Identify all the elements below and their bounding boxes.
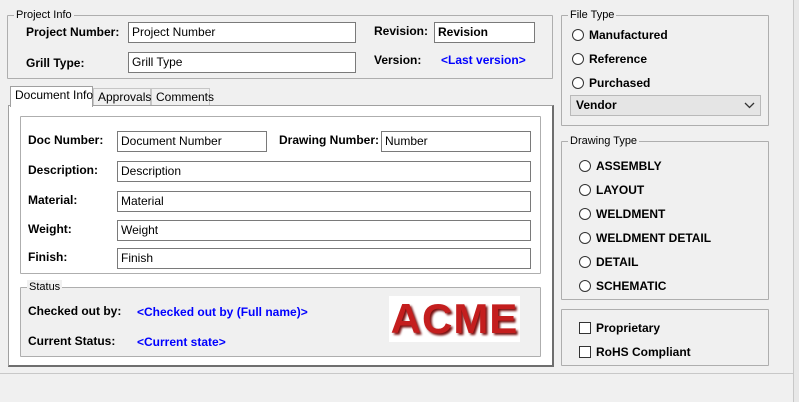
weight-input[interactable]: Weight (117, 220, 531, 241)
finish-input[interactable]: Finish (117, 248, 531, 269)
checked-out-label: Checked out by: (28, 304, 122, 318)
revision-input[interactable]: Revision (434, 22, 535, 43)
version-label: Version: (374, 53, 422, 67)
vendor-select[interactable]: Vendor (570, 95, 761, 116)
description-input[interactable]: Description (117, 161, 531, 182)
project-number-label: Project Number: (26, 25, 120, 39)
status-title: Status (27, 280, 63, 294)
grill-type-label: Grill Type: (26, 56, 85, 70)
drawing-number-input[interactable]: Number (381, 131, 531, 152)
grill-type-input[interactable]: Grill Type (128, 52, 356, 73)
radio-circle-icon[interactable] (579, 184, 591, 196)
checkbox-proprietary[interactable]: Proprietary (579, 321, 660, 335)
radio-schematic[interactable]: SCHEMATIC (579, 279, 666, 293)
radio-circle-icon[interactable] (579, 256, 591, 268)
revision-label: Revision: (374, 24, 429, 38)
radio-label: WELDMENT (596, 207, 666, 221)
acme-logo: ACME (389, 296, 520, 342)
radio-layout[interactable]: LAYOUT (579, 183, 644, 197)
checkbox-icon[interactable] (579, 322, 591, 334)
radio-label: Purchased (589, 76, 651, 90)
radio-detail[interactable]: DETAIL (579, 255, 638, 269)
checkbox-icon[interactable] (579, 346, 591, 358)
radio-circle-icon[interactable] (579, 208, 591, 220)
checkbox-rohs[interactable]: RoHS Compliant (579, 345, 691, 359)
radio-circle-icon[interactable] (579, 280, 591, 292)
doc-number-input[interactable]: Document Number (117, 131, 267, 152)
tab-document-info[interactable]: Document Info (10, 86, 93, 107)
radio-label: Reference (589, 52, 648, 66)
project-info-title: Project Info (14, 8, 74, 22)
checkbox-label: Proprietary (596, 321, 661, 335)
bottom-divider (0, 373, 799, 374)
radio-circle-icon[interactable] (572, 53, 584, 65)
radio-weldment[interactable]: WELDMENT (579, 207, 665, 221)
radio-label: SCHEMATIC (596, 279, 667, 293)
radio-circle-icon[interactable] (572, 77, 584, 89)
acme-logo-text: ACME (390, 295, 519, 342)
description-label: Description: (28, 163, 99, 177)
chevron-down-icon[interactable] (744, 96, 755, 122)
checkbox-label: RoHS Compliant (596, 345, 691, 359)
radio-circle-icon[interactable] (572, 29, 584, 41)
drawing-number-label: Drawing Number: (279, 133, 380, 147)
radio-label: ASSEMBLY (596, 159, 662, 173)
radio-assembly[interactable]: ASSEMBLY (579, 159, 662, 173)
file-type-title: File Type (568, 8, 617, 22)
tab-approvals[interactable]: Approvals (93, 88, 151, 106)
weight-label: Weight: (28, 222, 72, 236)
finish-label: Finish: (28, 250, 68, 264)
right-scroll-edge (793, 0, 799, 402)
doc-number-label: Doc Number: (28, 133, 104, 147)
radio-label: WELDMENT DETAIL (596, 231, 712, 245)
radio-label: LAYOUT (596, 183, 645, 197)
tab-comments[interactable]: Comments (151, 88, 214, 106)
radio-circle-icon[interactable] (579, 232, 591, 244)
material-input[interactable]: Material (117, 191, 531, 212)
current-status-label: Current Status: (28, 334, 116, 348)
checked-out-value: <Checked out by (Full name)> (137, 305, 308, 319)
vendor-select-value: Vendor (576, 98, 617, 112)
drawing-type-title: Drawing Type (568, 134, 640, 148)
radio-circle-icon[interactable] (579, 160, 591, 172)
radio-label: DETAIL (596, 255, 639, 269)
radio-reference[interactable]: Reference (572, 52, 647, 66)
radio-purchased[interactable]: Purchased (572, 76, 650, 90)
radio-label: Manufactured (589, 28, 668, 42)
project-number-input[interactable]: Project Number (128, 22, 356, 43)
radio-manufactured[interactable]: Manufactured (572, 28, 668, 42)
version-value: <Last version> (441, 53, 526, 67)
current-status-value: <Current state> (137, 335, 226, 349)
radio-weldment-detail[interactable]: WELDMENT DETAIL (579, 231, 711, 245)
material-label: Material: (28, 193, 78, 207)
